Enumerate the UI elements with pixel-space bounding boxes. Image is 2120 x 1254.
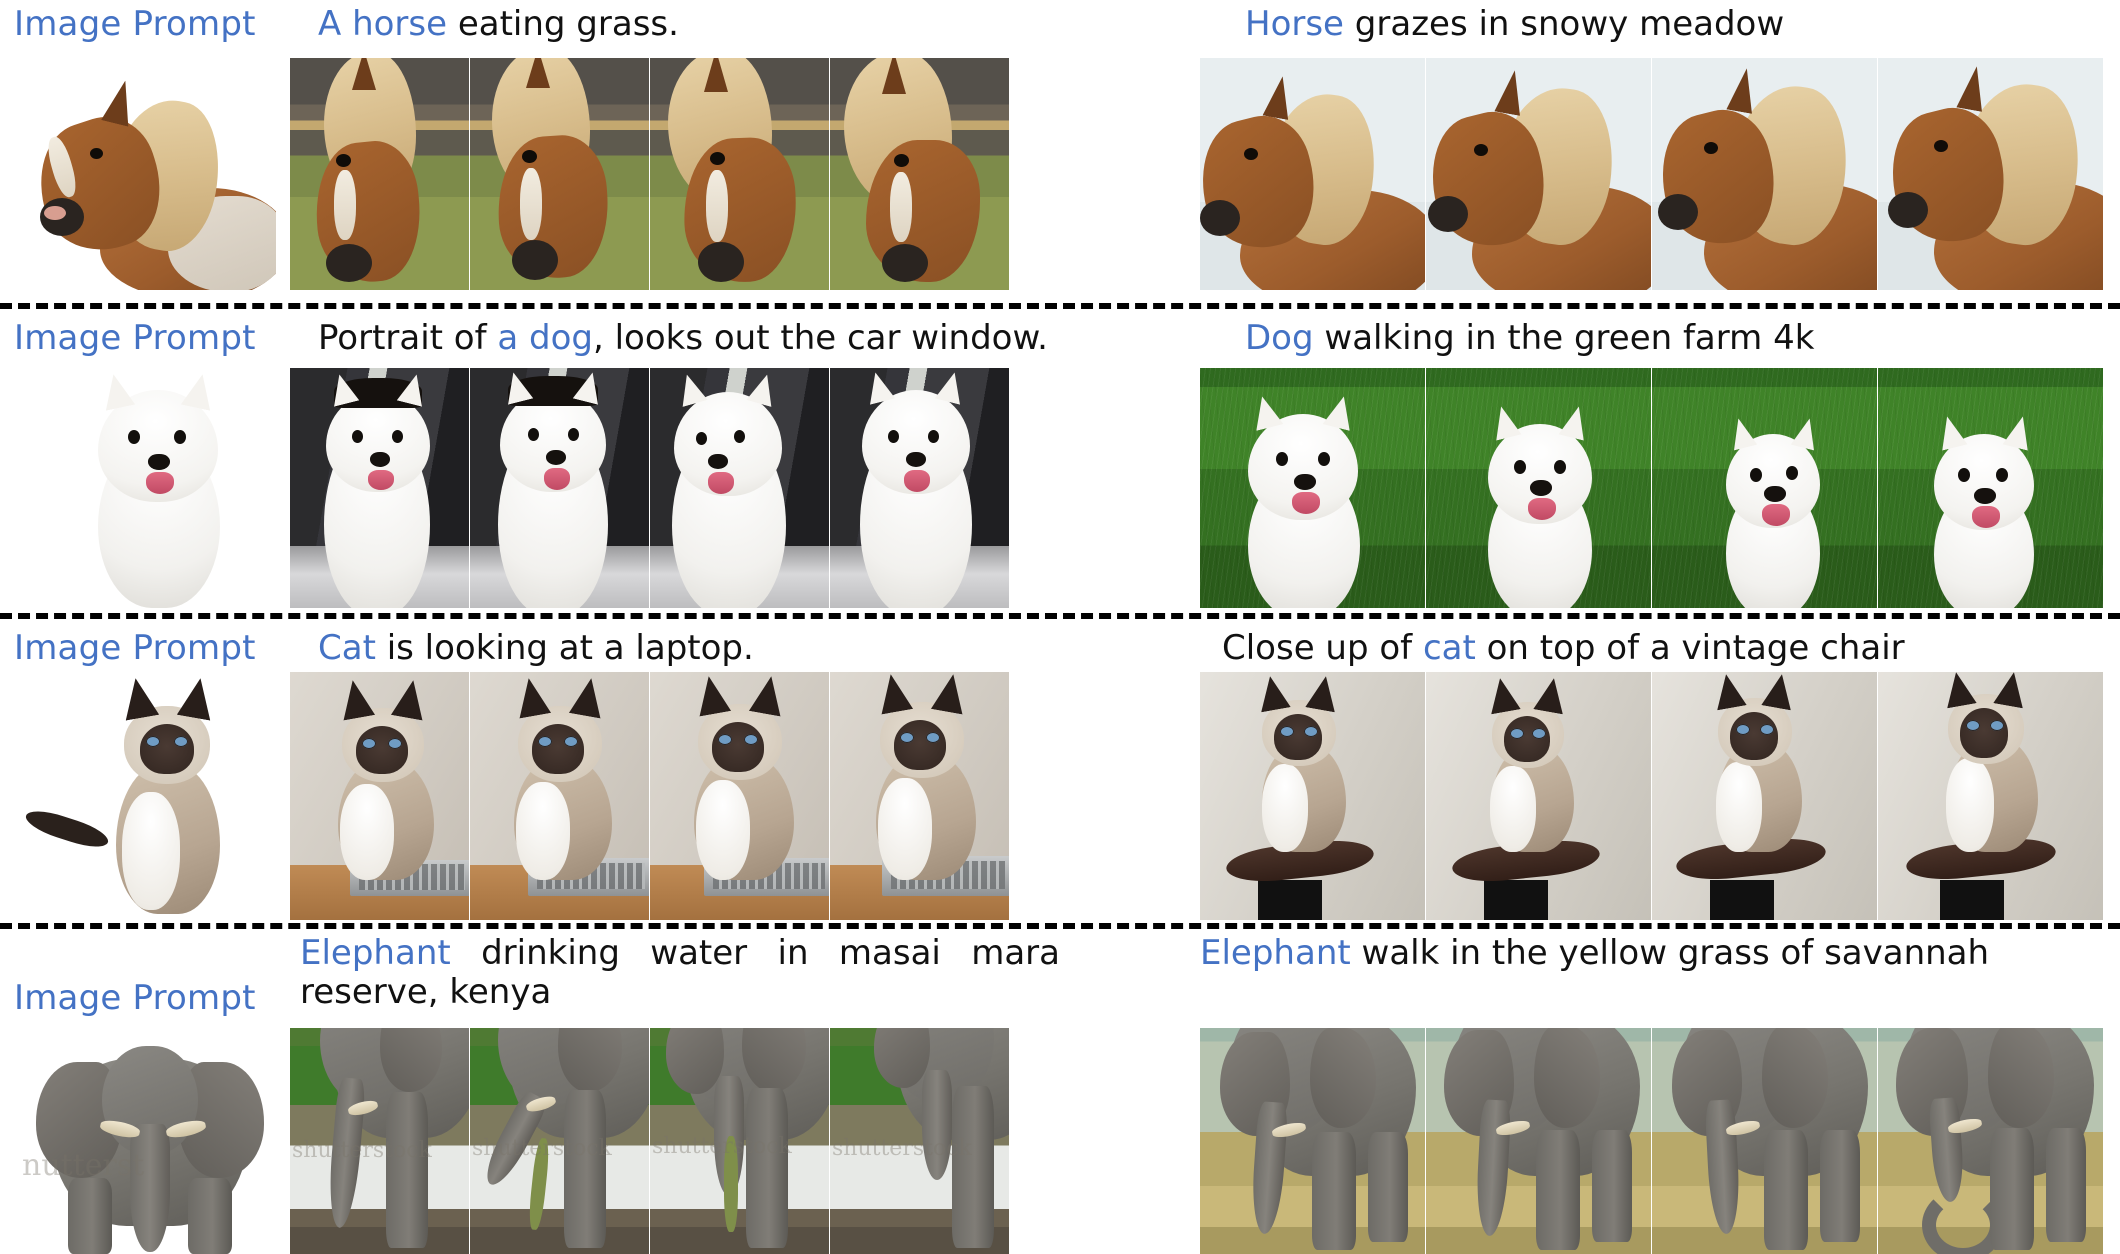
video-frame: shutterstock [290,1028,469,1254]
video-frame [830,58,1009,290]
caption-horse-left: A horse eating grass. [318,4,679,44]
video-frame [1652,368,1877,608]
video-frame [1426,672,1651,920]
video-frame [1878,58,2103,290]
caption-highlight: Cat [318,628,376,668]
caption-pre: Portrait of [318,318,498,358]
video-frame [1426,368,1651,608]
frames-elephant-left: shutterstock shutterstock shutterstock s… [290,1028,1012,1254]
caption-highlight: Elephant [1200,933,1351,973]
video-frame [650,368,829,608]
video-frame [830,672,1009,920]
frames-dog-right [1200,368,2106,608]
video-frame [1652,1028,1877,1254]
image-prompt-label-dog: Image Prompt [14,318,256,358]
caption-highlight: Horse [1245,4,1344,44]
video-frame: shutterstock [470,1028,649,1254]
frames-horse-right [1200,58,2106,290]
caption-rest: eating grass. [447,4,679,44]
video-frame [1878,368,2103,608]
video-frame [290,368,469,608]
row-separator-1 [0,303,2120,309]
image-prompt-label-elephant: Image Prompt [14,978,256,1018]
reference-image-dog [18,368,276,608]
caption-highlight: A horse [318,4,448,44]
caption-horse-right: Horse grazes in snowy meadow [1245,4,1784,44]
caption-highlight: a dog [497,318,593,358]
caption-elephant-right: Elephant walk in the yellow grass of sav… [1200,933,2070,973]
caption-elephant-left: Elephant drinking water in masai mara re… [300,933,1060,1013]
video-frame [470,672,649,920]
row-separator-2 [0,613,2120,619]
frames-elephant-right [1200,1028,2106,1254]
caption-highlight: cat [1422,628,1476,668]
caption-rest: grazes in snowy meadow [1343,4,1785,44]
reference-image-cat [18,672,276,920]
video-frame [470,368,649,608]
video-frame [650,672,829,920]
frames-dog-left [290,368,1012,608]
video-frame [1878,672,2103,920]
video-frame [1200,672,1425,920]
result-row-dog: Image Prompt Portrait of a dog, looks ou… [0,310,2120,613]
video-frame [650,58,829,290]
video-frame [1426,1028,1651,1254]
video-frame [830,368,1009,608]
caption-cat-right: Close up of cat on top of a vintage chai… [1222,628,1905,668]
caption-rest: walk in the yellow grass of savannah [1350,933,1990,973]
video-frame [1200,368,1425,608]
result-row-horse: Image Prompt A horse eating grass. Horse… [0,0,2120,303]
frames-cat-right [1200,672,2106,920]
video-frame [290,58,469,290]
image-prompt-label-cat: Image Prompt [14,628,256,668]
result-row-elephant: Image Prompt Elephant drinking water in … [0,930,2120,1254]
video-frame [1652,58,1877,290]
row-separator-3 [0,923,2120,929]
caption-dog-right: Dog walking in the green farm 4k [1245,318,1814,358]
video-frame [470,58,649,290]
video-frame: shutterstock [830,1028,1009,1254]
video-frame [1652,672,1877,920]
qualitative-results-figure: Image Prompt A horse eating grass. Horse… [0,0,2120,1254]
caption-rest: is looking at a laptop. [375,628,754,668]
result-row-cat: Image Prompt Cat is looking at a laptop.… [0,620,2120,923]
video-frame [1200,58,1425,290]
caption-highlight: Dog [1245,318,1314,358]
caption-rest: , looks out the car window. [593,318,1048,358]
caption-cat-left: Cat is looking at a laptop. [318,628,754,668]
frames-horse-left [290,58,1012,290]
caption-highlight: Elephant [300,933,451,973]
frames-cat-left [290,672,1012,920]
caption-pre: Close up of [1222,628,1423,668]
image-prompt-label-horse: Image Prompt [14,4,256,44]
caption-rest: on top of a vintage chair [1475,628,1905,668]
caption-dog-left: Portrait of a dog, looks out the car win… [318,318,1048,358]
caption-rest: walking in the green farm 4k [1313,318,1815,358]
reference-image-elephant: nutterst [18,1028,276,1254]
video-frame [290,672,469,920]
video-frame [1200,1028,1425,1254]
reference-image-horse [18,58,276,290]
video-frame [1878,1028,2103,1254]
video-frame: shutterstock [650,1028,829,1254]
video-frame [1426,58,1651,290]
